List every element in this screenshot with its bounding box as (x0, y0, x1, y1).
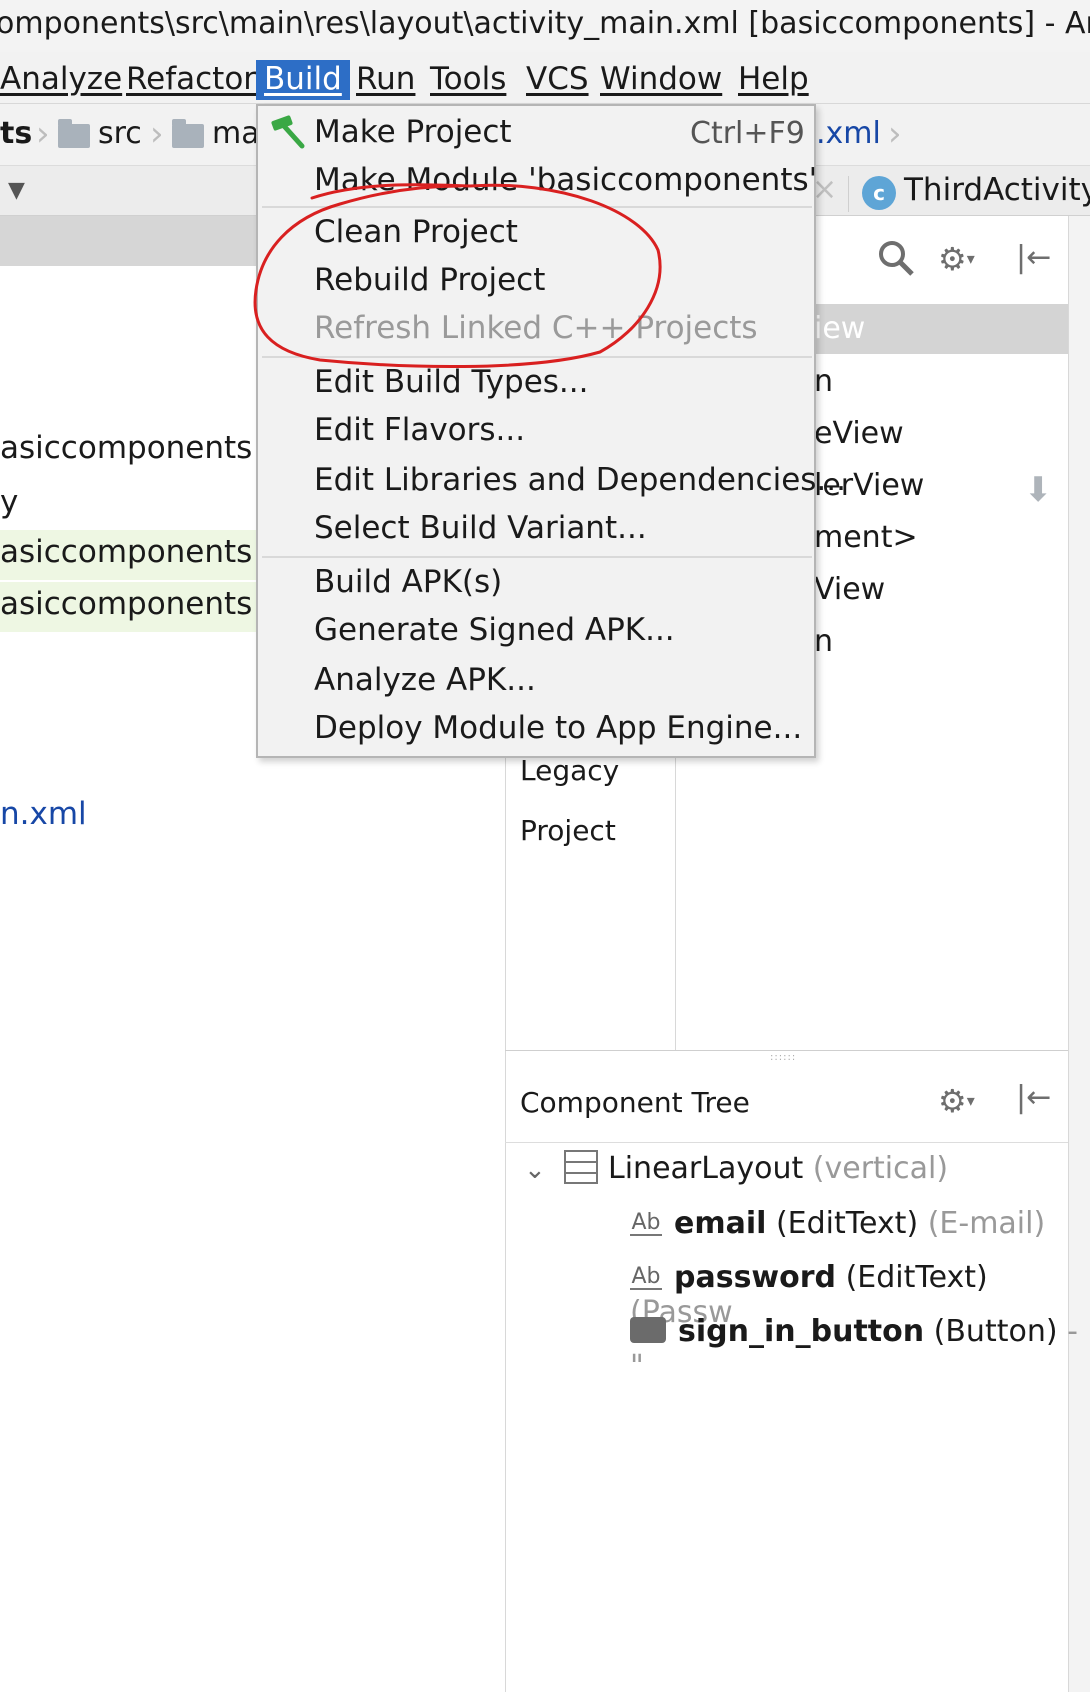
breadcrumb-main[interactable]: ma (212, 116, 260, 151)
menu-item-edit-flavors[interactable]: Edit Flavors... (314, 412, 525, 448)
menu-item-analyze-apk[interactable]: Analyze APK... (314, 662, 536, 698)
menu-vcs[interactable]: VCS (518, 60, 597, 100)
menu-refactor[interactable]: Refactor (118, 60, 264, 100)
tree-node-unit-test[interactable]: asiccomponents (t (0, 586, 286, 622)
menu-separator (262, 206, 812, 208)
build-menu-dropdown: Make Project Ctrl+F9 Make Module 'basicc… (256, 104, 846, 758)
button-icon (630, 1317, 666, 1343)
menu-tools[interactable]: Tools (422, 60, 514, 100)
palette-category-project[interactable]: Project (520, 814, 616, 847)
collapse-panel-icon[interactable]: |← (1016, 1080, 1051, 1115)
menu-item-make-project[interactable]: Make Project (314, 114, 512, 150)
search-icon[interactable] (876, 238, 916, 287)
folder-icon (58, 119, 90, 148)
palette-item[interactable]: eView (814, 416, 904, 451)
menu-separator (262, 556, 812, 558)
menu-item-rebuild-project[interactable]: Rebuild Project (314, 262, 545, 298)
menu-analyze[interactable]: Analyze (0, 60, 130, 100)
tree-node-label: asiccomponents (0, 586, 253, 622)
resize-grip-icon[interactable]: :::::: (770, 1052, 796, 1063)
menu-separator (262, 356, 812, 358)
menu-help[interactable]: Help (730, 60, 817, 100)
title-bar: omponents\src\main\res\layout\activity_m… (0, 0, 1090, 52)
component-type: (EditText) (845, 1260, 988, 1295)
tree-node-partial[interactable]: y (0, 484, 18, 520)
menu-item-deploy-app-engine[interactable]: Deploy Module to App Engine... (314, 710, 802, 746)
right-tool-strip (1068, 216, 1090, 1692)
tree-row-linear-layout[interactable]: ⌄ LinearLayout (vertical) (524, 1150, 948, 1186)
tab-divider (848, 176, 849, 212)
component-type: (Button) (933, 1314, 1058, 1349)
tree-node-xml-file[interactable]: n.xml (0, 796, 87, 832)
menu-window[interactable]: Window (592, 60, 730, 100)
breadcrumb-separator-icon: › (888, 114, 902, 154)
menu-bar: Analyze Refactor Build Run Tools VCS Win… (0, 52, 1090, 104)
menu-item-select-build-variant[interactable]: Select Build Variant... (314, 510, 647, 546)
component-tree-border (505, 1050, 1068, 1051)
window-title: omponents\src\main\res\layout\activity_m… (0, 6, 1090, 41)
gear-icon[interactable]: ⚙▾ (938, 1082, 975, 1120)
palette-item[interactable]: View (814, 572, 885, 607)
breadcrumb-separator-icon: › (150, 114, 164, 154)
menu-run[interactable]: Run (348, 60, 423, 100)
component-tree-title: Component Tree (520, 1086, 750, 1119)
component-id: password (674, 1260, 837, 1295)
component-detail: (vertical) (812, 1151, 949, 1186)
palette-selected-label: iew (814, 311, 866, 346)
palette-category-legacy[interactable]: Legacy (520, 754, 619, 787)
component-id: sign_in_button (678, 1314, 925, 1349)
tab-third-activity[interactable]: ThirdActivity. (904, 172, 1090, 208)
menu-item-generate-signed-apk[interactable]: Generate Signed APK... (314, 612, 675, 648)
breadcrumb-src[interactable]: src (98, 116, 142, 151)
project-panel-header (0, 216, 256, 266)
breadcrumb-separator-icon: › (36, 114, 50, 154)
menu-item-clean-project[interactable]: Clean Project (314, 214, 518, 250)
gear-icon[interactable]: ⚙▾ (938, 240, 975, 278)
menu-item-make-module[interactable]: Make Module 'basiccomponents' (314, 162, 817, 198)
shortcut-label: Ctrl+F9 (690, 116, 805, 151)
palette-item[interactable]: n (814, 624, 833, 659)
tree-node-module[interactable]: asiccomponents (0, 430, 252, 466)
hammer-icon (266, 112, 308, 158)
breadcrumb-project[interactable]: ts (0, 116, 32, 151)
folder-icon (172, 119, 204, 148)
edittext-icon: Ab (630, 1264, 662, 1290)
tree-node-label: asiccomponents (0, 534, 253, 570)
tree-row-email[interactable]: Ab email (EditText) (E-mail) (630, 1206, 1045, 1241)
chevron-down-icon[interactable]: ⌄ (524, 1155, 564, 1185)
menu-item-edit-build-types[interactable]: Edit Build Types... (314, 364, 588, 400)
edittext-icon: Ab (630, 1210, 662, 1236)
menu-item-refresh-cpp: Refresh Linked C++ Projects (314, 310, 758, 346)
menu-item-edit-libraries[interactable]: Edit Libraries and Dependencies... (314, 462, 846, 498)
component-hint: (E-mail) (927, 1206, 1046, 1241)
linear-layout-icon (564, 1150, 598, 1184)
tree-row-sign-in-button[interactable]: sign_in_button (Button) - " (630, 1314, 1090, 1384)
palette-item[interactable]: n (814, 364, 833, 399)
component-name: LinearLayout (608, 1151, 804, 1186)
java-class-icon: c (862, 176, 896, 210)
download-icon[interactable]: ⬇ (1024, 470, 1053, 510)
dropdown-arrow-icon[interactable]: ▼ (8, 178, 25, 203)
component-type: (EditText) (775, 1206, 919, 1241)
collapse-panel-icon[interactable]: |← (1016, 240, 1051, 275)
tree-node-android-test[interactable]: asiccomponents (a (0, 534, 293, 570)
menu-build[interactable]: Build (256, 60, 350, 100)
breadcrumb-xml-file[interactable]: .xml (816, 116, 881, 151)
component-id: email (674, 1206, 767, 1241)
component-tree-header-divider (505, 1142, 1068, 1143)
menu-item-build-apk[interactable]: Build APK(s) (314, 564, 502, 600)
palette-item[interactable]: ment> (814, 520, 918, 555)
